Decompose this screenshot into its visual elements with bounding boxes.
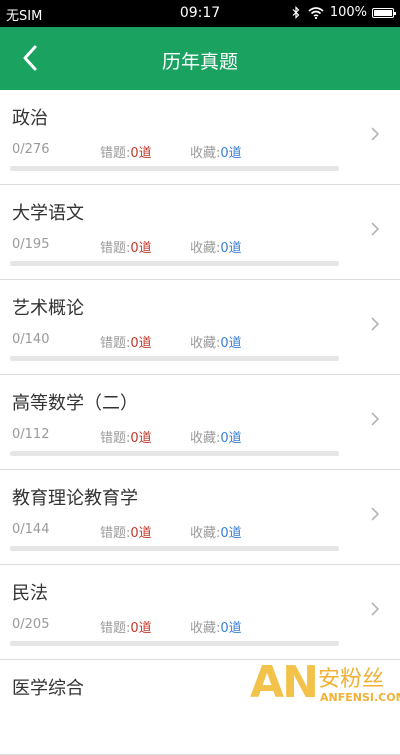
- progress-bar: [10, 261, 339, 266]
- favorite-label: 收藏:: [190, 146, 221, 161]
- wifi-icon: [308, 6, 324, 19]
- wrong-value: 0道: [130, 431, 152, 446]
- wrong-value: 0道: [130, 526, 152, 541]
- favorite-value: 0道: [220, 336, 242, 351]
- nav-bar: 历年真题: [0, 27, 400, 90]
- wrong-label: 错题:: [100, 621, 131, 636]
- chevron-right-icon: [371, 602, 380, 616]
- list-item[interactable]: 大学语文 0/195 错题:0道 收藏:0道: [0, 185, 400, 280]
- wrong-count: 错题:0道: [100, 522, 152, 541]
- list-item[interactable]: 民法 0/205 错题:0道 收藏:0道: [0, 565, 400, 660]
- progress-count: 0/205: [12, 617, 50, 632]
- favorite-value: 0道: [220, 526, 242, 541]
- favorite-label: 收藏:: [190, 336, 221, 351]
- battery-icon: [372, 7, 396, 18]
- favorite-count: 收藏:0道: [190, 332, 242, 351]
- subject-title: 民法: [12, 583, 48, 604]
- progress-count: 0/144: [12, 522, 50, 537]
- wrong-value: 0道: [130, 336, 152, 351]
- favorite-count: 收藏:0道: [190, 142, 242, 161]
- watermark-cn: 安粉丝: [318, 667, 385, 692]
- subject-title: 政治: [12, 108, 48, 129]
- wrong-count: 错题:0道: [100, 617, 152, 636]
- favorite-value: 0道: [220, 241, 242, 256]
- progress-count: 0/195: [12, 237, 50, 252]
- status-bar: 无SIM 09:17 100%: [0, 0, 400, 27]
- list-item[interactable]: 政治 0/276 错题:0道 收藏:0道: [0, 90, 400, 185]
- chevron-right-icon: [371, 222, 380, 236]
- watermark-en: ANFENSI.COM: [320, 691, 400, 704]
- wrong-label: 错题:: [100, 146, 131, 161]
- wrong-label: 错题:: [100, 526, 131, 541]
- favorite-label: 收藏:: [190, 431, 221, 446]
- subject-title: 高等数学（二）: [12, 393, 138, 414]
- wrong-count: 错题:0道: [100, 332, 152, 351]
- watermark-logo: AN 安粉丝 ANFENSI.COM: [250, 655, 400, 711]
- status-icons: 100%: [292, 5, 396, 20]
- favorite-count: 收藏:0道: [190, 237, 242, 256]
- favorite-value: 0道: [220, 431, 242, 446]
- wrong-value: 0道: [130, 241, 152, 256]
- progress-bar: [10, 166, 339, 171]
- battery-percentage: 100%: [329, 5, 367, 20]
- favorite-label: 收藏:: [190, 526, 221, 541]
- wrong-value: 0道: [130, 146, 152, 161]
- chevron-right-icon: [371, 317, 380, 331]
- favorite-value: 0道: [220, 146, 242, 161]
- favorite-label: 收藏:: [190, 241, 221, 256]
- wrong-count: 错题:0道: [100, 427, 152, 446]
- wrong-count: 错题:0道: [100, 237, 152, 256]
- progress-count: 0/112: [12, 427, 50, 442]
- progress-bar: [10, 641, 339, 646]
- bluetooth-icon: [292, 6, 300, 19]
- favorite-value: 0道: [220, 621, 242, 636]
- list-item[interactable]: 教育理论教育学 0/144 错题:0道 收藏:0道: [0, 470, 400, 565]
- subject-title: 大学语文: [12, 203, 84, 224]
- subject-title: 教育理论教育学: [12, 488, 138, 509]
- progress-bar: [10, 451, 339, 456]
- list-item[interactable]: 高等数学（二） 0/112 错题:0道 收藏:0道: [0, 375, 400, 470]
- progress-count: 0/140: [12, 332, 50, 347]
- favorite-count: 收藏:0道: [190, 617, 242, 636]
- chevron-right-icon: [371, 412, 380, 426]
- progress-bar: [10, 546, 339, 551]
- progress-bar: [10, 356, 339, 361]
- subject-title: 医学综合: [12, 678, 84, 699]
- watermark-letters: AN: [250, 657, 319, 708]
- page-title: 历年真题: [161, 51, 238, 73]
- progress-count: 0/276: [12, 142, 50, 157]
- wrong-count: 错题:0道: [100, 142, 152, 161]
- list-item[interactable]: 艺术概论 0/140 错题:0道 收藏:0道: [0, 280, 400, 375]
- favorite-count: 收藏:0道: [190, 522, 242, 541]
- favorite-count: 收藏:0道: [190, 427, 242, 446]
- subject-title: 艺术概论: [12, 298, 84, 319]
- wrong-label: 错题:: [100, 241, 131, 256]
- wrong-value: 0道: [130, 621, 152, 636]
- chevron-right-icon: [371, 127, 380, 141]
- favorite-label: 收藏:: [190, 621, 221, 636]
- chevron-right-icon: [371, 507, 380, 521]
- wrong-label: 错题:: [100, 336, 131, 351]
- wrong-label: 错题:: [100, 431, 131, 446]
